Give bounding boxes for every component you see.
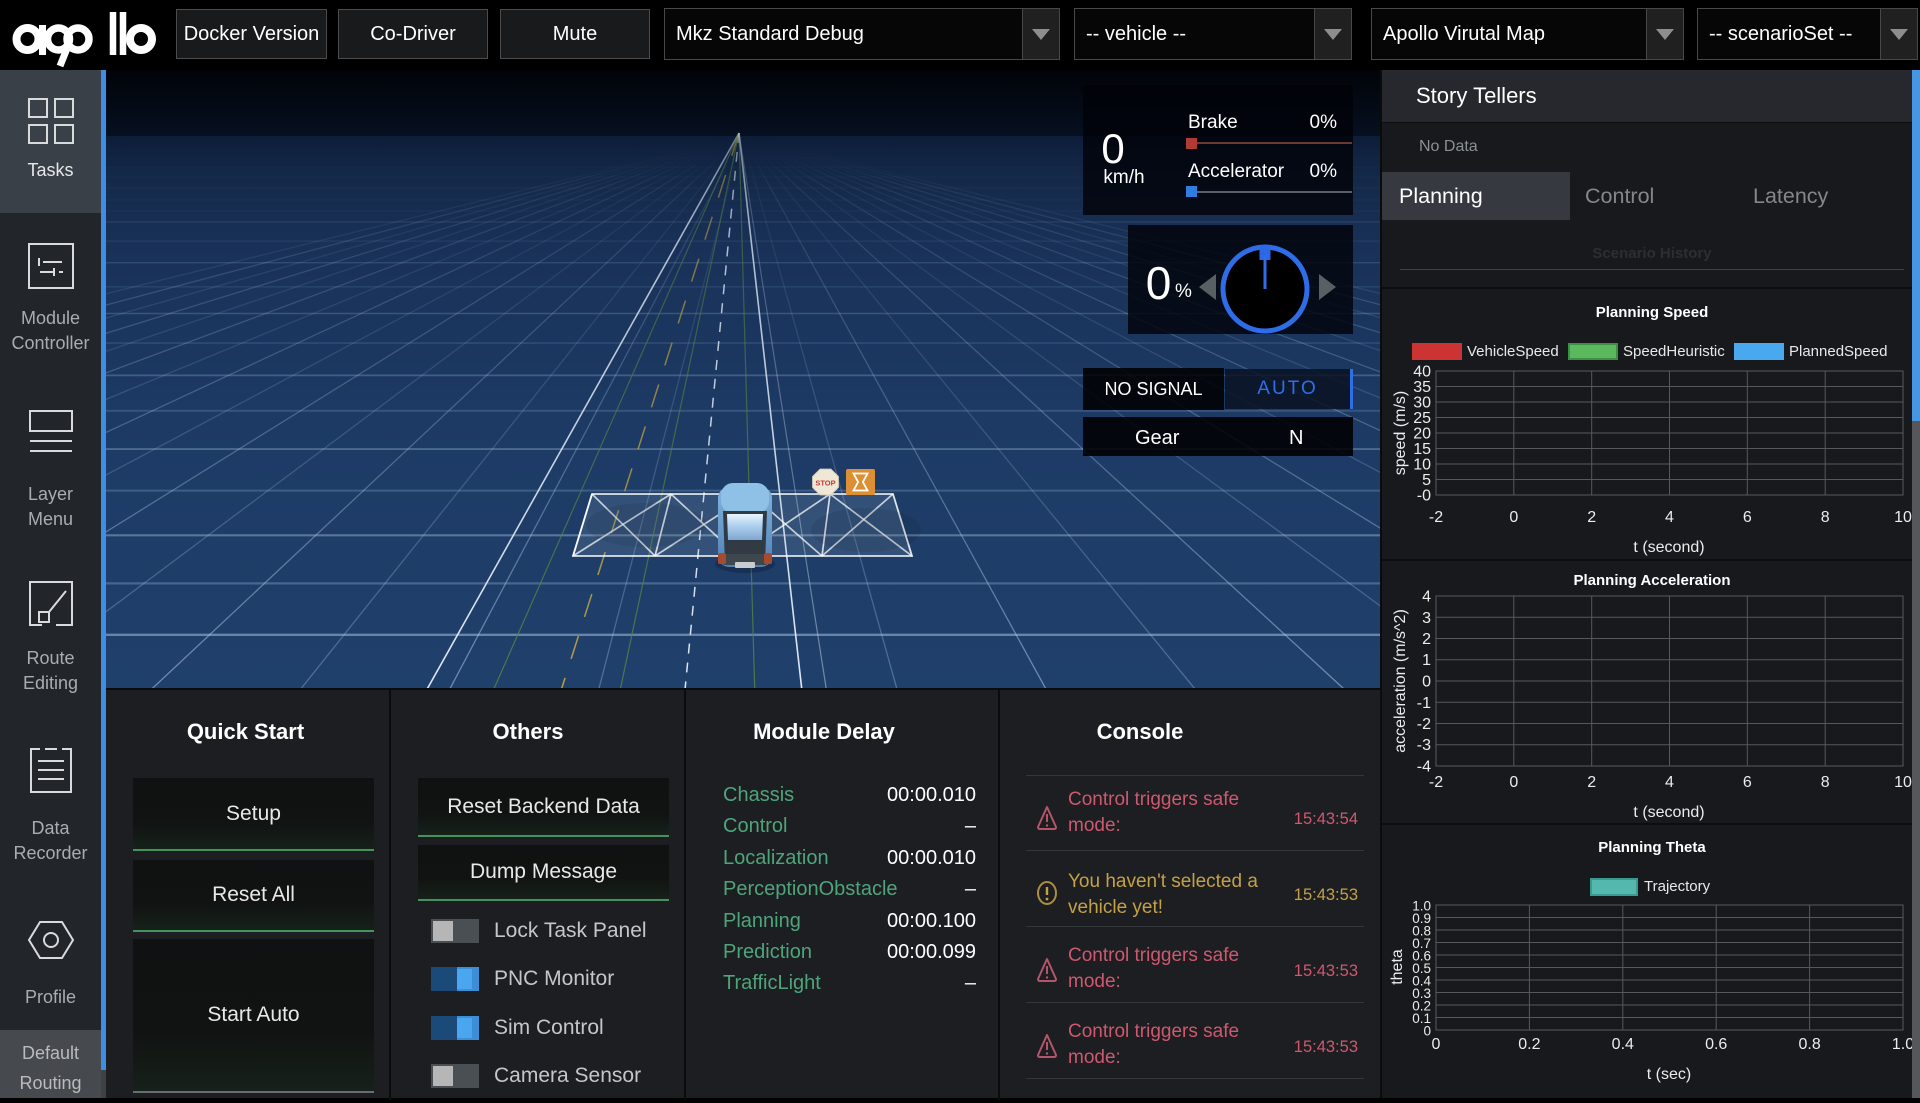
svg-text:0.5: 0.5 <box>1412 961 1431 976</box>
svg-text:0.4: 0.4 <box>1612 1036 1634 1053</box>
svg-text:6: 6 <box>1743 509 1752 526</box>
svg-text:40: 40 <box>1413 364 1431 381</box>
svg-text:-2: -2 <box>1429 509 1443 526</box>
svg-text:25: 25 <box>1413 410 1431 427</box>
svg-text:2: 2 <box>1587 509 1596 526</box>
svg-text:0: 0 <box>1509 509 1518 526</box>
svg-text:STOP: STOP <box>815 479 835 488</box>
svg-text:4: 4 <box>1422 589 1431 606</box>
svg-text:30: 30 <box>1413 395 1431 412</box>
svg-text:-2: -2 <box>1429 774 1443 791</box>
svg-text:0.6: 0.6 <box>1412 949 1431 964</box>
svg-text:0.2: 0.2 <box>1412 999 1431 1014</box>
svg-text:0.8: 0.8 <box>1798 1036 1820 1053</box>
svg-text:1.0: 1.0 <box>1412 899 1431 914</box>
svg-text:t (sec): t (sec) <box>1647 1066 1691 1083</box>
svg-text:-0: -0 <box>1417 488 1431 505</box>
svg-text:theta: theta <box>1389 949 1406 985</box>
svg-text:2: 2 <box>1422 631 1431 648</box>
svg-text:0.3: 0.3 <box>1412 986 1431 1001</box>
svg-text:acceleration (m/s^2): acceleration (m/s^2) <box>1392 609 1409 753</box>
svg-text:0: 0 <box>1422 674 1431 691</box>
svg-text:1: 1 <box>1422 652 1431 669</box>
svg-text:-3: -3 <box>1417 737 1431 754</box>
svg-text:0: 0 <box>1509 774 1518 791</box>
svg-text:1.0: 1.0 <box>1892 1036 1914 1053</box>
svg-text:0.2: 0.2 <box>1518 1036 1540 1053</box>
svg-text:0.4: 0.4 <box>1412 974 1431 989</box>
svg-text:0.8: 0.8 <box>1412 924 1431 939</box>
svg-text:8: 8 <box>1821 774 1830 791</box>
svg-text:0: 0 <box>1432 1036 1441 1053</box>
svg-text:0.7: 0.7 <box>1412 936 1431 951</box>
svg-text:0: 0 <box>1423 1024 1431 1039</box>
svg-text:35: 35 <box>1413 379 1431 396</box>
svg-text:t (second): t (second) <box>1633 804 1704 821</box>
svg-text:8: 8 <box>1821 509 1830 526</box>
svg-text:10: 10 <box>1894 509 1912 526</box>
svg-text:10: 10 <box>1894 774 1912 791</box>
svg-text:-2: -2 <box>1417 716 1431 733</box>
svg-text:20: 20 <box>1413 426 1431 443</box>
svg-text:2: 2 <box>1587 774 1596 791</box>
svg-text:4: 4 <box>1665 774 1674 791</box>
svg-text:6: 6 <box>1743 774 1752 791</box>
svg-text:0.6: 0.6 <box>1705 1036 1727 1053</box>
svg-text:0.9: 0.9 <box>1412 911 1431 926</box>
svg-text:15: 15 <box>1413 441 1431 458</box>
svg-text:speed (m/s): speed (m/s) <box>1392 391 1409 475</box>
svg-text:4: 4 <box>1665 509 1674 526</box>
svg-text:10: 10 <box>1413 457 1431 474</box>
svg-text:t (second): t (second) <box>1633 539 1704 556</box>
svg-text:3: 3 <box>1422 610 1431 627</box>
svg-text:5: 5 <box>1422 472 1431 489</box>
svg-text:0.1: 0.1 <box>1412 1011 1431 1026</box>
svg-text:-1: -1 <box>1417 695 1431 712</box>
svg-text:-4: -4 <box>1417 759 1431 776</box>
